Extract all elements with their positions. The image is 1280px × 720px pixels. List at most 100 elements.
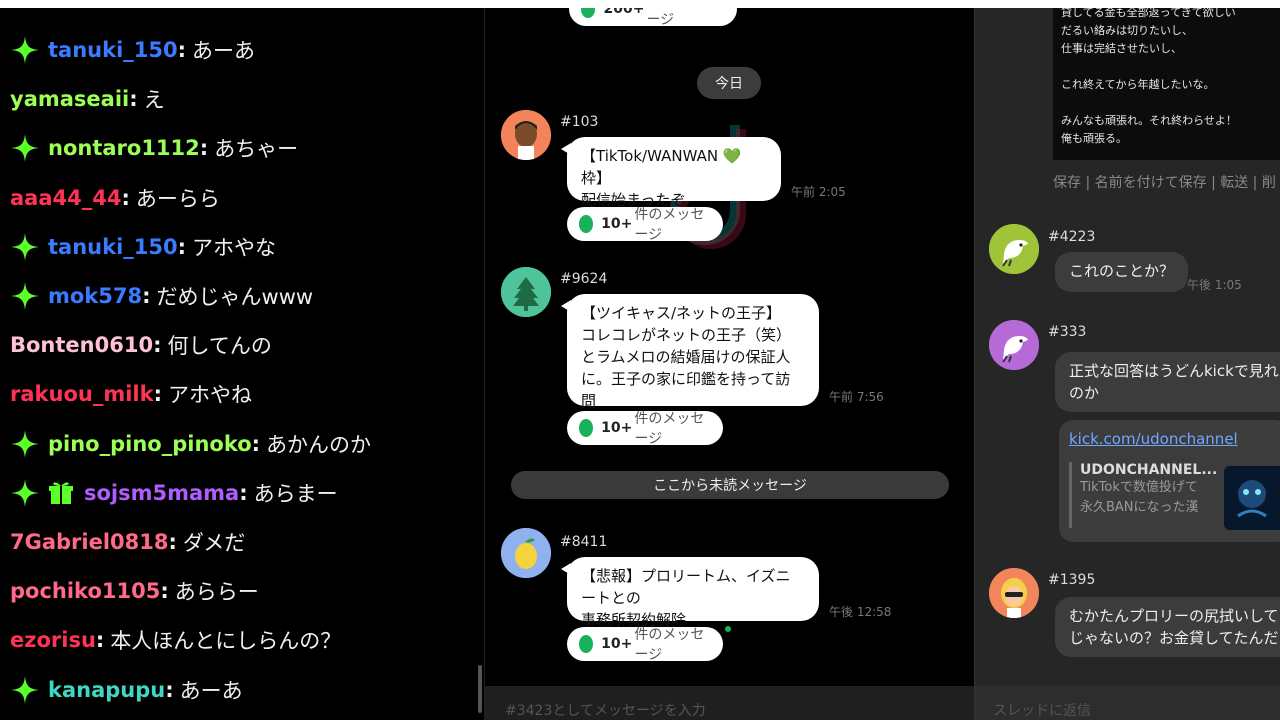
chat-username[interactable]: pochiko1105	[10, 579, 160, 603]
chat-colon: :	[165, 677, 174, 702]
chat-text: あらまー	[253, 481, 338, 506]
chat-bubble-icon	[579, 419, 594, 437]
chat-colon: :	[199, 136, 209, 161]
chat-colon: :	[177, 38, 187, 62]
image-text-line	[1061, 94, 1280, 112]
chat-message: aaa44_44: あーらら	[10, 178, 220, 218]
image-text-line: これ終えてから年越したいな。	[1061, 78, 1215, 91]
chat-username[interactable]: sojsm5mama	[84, 481, 239, 505]
sparkle-badge-icon	[10, 281, 40, 311]
image-text-line: 俺も頑張る。	[1061, 132, 1127, 145]
chat-message: pino_pino_pinoko: あかんのか	[10, 424, 371, 464]
stream-chat-panel: tanuki_150: あーあ yamaseaii: え nontaro1112: あちゃ…	[0, 0, 484, 720]
image-preview[interactable]: 貸してる金も全部返ってきて欲しい だるい絡みは切りたいし、 仕事は完結させたいし、こ…	[1053, 0, 1280, 160]
post-line: 【TikTok/WANWAN 💚 枠】	[581, 147, 742, 187]
sparkle-badge-icon	[10, 133, 40, 163]
gift-badge-icon	[48, 480, 74, 506]
chat-message: rakuou_milk: アホやね	[10, 374, 252, 414]
avatar-man[interactable]	[501, 110, 551, 160]
post-line: 【ツイキャス/ネットの王子】	[581, 304, 782, 322]
chat-message: ezorisu: 本人ほんとにしらんの？	[10, 620, 341, 660]
sparkle-badge-icon	[10, 232, 40, 262]
screen-top-edge	[0, 0, 1280, 8]
chat-colon: :	[177, 234, 187, 259]
chat-colon: :	[168, 530, 177, 554]
chat-colon: :	[251, 431, 261, 456]
replies-pill[interactable]: 10+ 件のメッセージ	[567, 207, 723, 243]
chat-username[interactable]: Bonten0610	[10, 333, 153, 357]
chat-username[interactable]: pino_pino_pinoko	[48, 432, 252, 456]
chat-colon: :	[160, 579, 169, 604]
post-id: #9624	[560, 271, 608, 287]
chat-colon: :	[95, 628, 105, 653]
post-bubble[interactable]: 【TikTok/WANWAN 💚 枠】 配信始まったぞ	[561, 137, 781, 209]
chat-text: あららー	[174, 580, 259, 605]
chat-text: あかんのか	[266, 432, 372, 457]
chat-text: あーあ	[192, 39, 256, 63]
replies-count: 10+	[601, 636, 633, 652]
chat-scrollbar[interactable]	[478, 665, 482, 713]
replies-pill[interactable]: 10+ 件のメッセージ	[567, 411, 723, 447]
chat-text: あーらら	[135, 186, 220, 211]
link-thumbnail	[1224, 466, 1280, 530]
image-text-line: 仕事は完結させたいし、	[1061, 42, 1182, 55]
chat-username[interactable]: tanuki_150	[48, 235, 178, 259]
replies-count: 10+	[601, 216, 633, 232]
post-line: 【悲報】プロリートム、イズニートとの	[581, 567, 791, 607]
image-text-line: みんなも頑張れ。それ終わらせよ！	[1061, 114, 1237, 127]
chat-colon: :	[121, 185, 130, 210]
chat-username[interactable]: mok578	[48, 284, 142, 308]
thread-post-time: 午後 1:05	[1187, 278, 1242, 292]
link-preview: UDONCHANNEL... TikTokで数億投げて 永久BANになった漢	[1069, 462, 1280, 530]
chat-text: だめじゃんwww	[156, 285, 314, 309]
chat-username[interactable]: yamaseaii	[10, 87, 129, 111]
chat-message: yamaseaii: え	[10, 79, 165, 119]
chat-message: 7Gabriel0818: ダメだ	[10, 522, 245, 562]
post-time: 午前 7:56	[829, 390, 884, 404]
thread-post-id: #333	[1048, 324, 1087, 340]
post-line: コレコレがネットの王子（笑）	[581, 326, 792, 344]
link-preview-card[interactable]: kick.com/udonchannel UDONCHANNEL... TikT…	[1059, 420, 1280, 542]
chat-username[interactable]: nontaro1112	[48, 136, 200, 160]
chat-username[interactable]: tanuki_150	[48, 38, 178, 62]
thread-post-id: #4223	[1048, 229, 1096, 245]
avatar-bird[interactable]	[989, 320, 1039, 370]
chat-username[interactable]: 7Gabriel0818	[10, 530, 169, 554]
avatar-lemon[interactable]	[501, 528, 551, 578]
sparkle-badge-icon	[10, 478, 40, 508]
post-bubble[interactable]: 【悲報】プロリートム、イズニートとの 事務所契約解除	[561, 557, 819, 629]
post-line: とラムメロの結婚届けの保証人	[581, 348, 791, 366]
post-bubble[interactable]: 【ツイキャス/ネットの王子】 コレコレがネットの王子（笑） とラムメロの結婚届け…	[561, 294, 819, 410]
thread-bubble[interactable]: これのことか？	[1055, 252, 1189, 292]
chat-message: tanuki_150: あーあ	[10, 30, 255, 70]
chat-username[interactable]: ezorisu	[10, 628, 96, 652]
chat-text: あちゃー	[214, 137, 299, 162]
replies-suffix: 件のメッセージ	[634, 411, 705, 447]
sparkle-badge-icon	[10, 35, 40, 65]
chat-text: アホやな	[192, 235, 277, 260]
image-actions[interactable]: 保存 | 名前を付けて保存 | 転送 | 削	[1053, 172, 1276, 192]
chat-username[interactable]: kanapupu	[48, 678, 165, 702]
link-url[interactable]: kick.com/udonchannel	[1069, 430, 1279, 448]
thread-reply-input[interactable]: スレッドに返信	[975, 686, 1280, 720]
chat-message: tanuki_150: アホやな	[10, 227, 276, 267]
date-chip: 今日	[697, 67, 761, 99]
thread-line: むかたんプロリーの尻拭いしてたん	[1069, 607, 1280, 625]
chat-username[interactable]: aaa44_44	[10, 186, 121, 210]
chat-text: ダメだ	[182, 531, 246, 555]
thread-line: のか	[1069, 384, 1100, 402]
post-time: 午前 2:05	[791, 185, 846, 199]
thread-line: じゃないの？お金貸してたんだし。	[1069, 629, 1280, 647]
message-input[interactable]: #3423としてメッセージを入力	[485, 686, 974, 720]
avatar-bird[interactable]	[989, 224, 1039, 274]
thread-line: これのことか？	[1069, 262, 1175, 280]
chat-username[interactable]: rakuou_milk	[10, 382, 154, 406]
thread-bubble[interactable]: 正式な回答はうどんkickで見れる のか	[1055, 352, 1280, 412]
avatar-tree[interactable]	[501, 267, 551, 317]
avatar-girl[interactable]	[989, 568, 1039, 618]
thread-bubble[interactable]: むかたんプロリーの尻拭いしてたん じゃないの？お金貸してたんだし。	[1055, 597, 1280, 657]
chat-text: あーあ	[179, 678, 243, 703]
image-text-line	[1061, 148, 1280, 160]
post-id: #8411	[560, 534, 608, 550]
replies-pill[interactable]: 10+ 件のメッセージ	[567, 627, 723, 663]
